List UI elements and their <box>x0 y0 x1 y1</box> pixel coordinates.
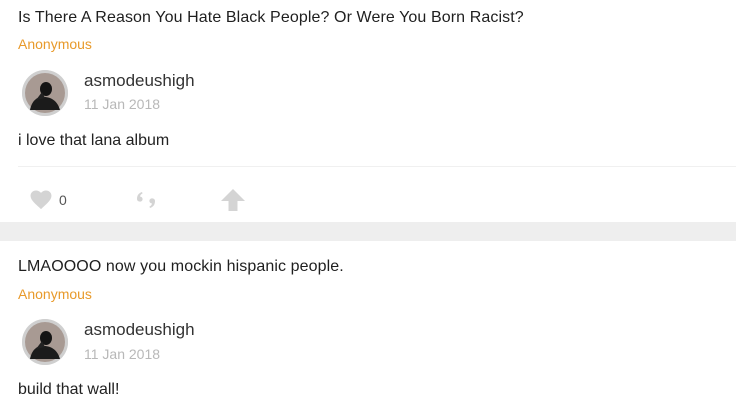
question-title[interactable]: LMAOOOO now you mockin hispanic people. <box>18 258 344 276</box>
heart-icon <box>30 190 52 210</box>
share-button[interactable] <box>220 186 246 214</box>
avatar[interactable] <box>22 319 68 365</box>
answer-card: Is There A Reason You Hate Black People?… <box>0 0 736 222</box>
avatar[interactable] <box>22 70 68 116</box>
asker-name: Anonymous <box>18 36 92 52</box>
like-count: 0 <box>59 192 67 208</box>
username[interactable]: asmodeushigh <box>84 320 195 340</box>
answer-text: i love that lana album <box>18 132 170 149</box>
post-date: 11 Jan 2018 <box>84 96 161 112</box>
action-bar: 0 <box>30 186 290 214</box>
quote-button[interactable] <box>134 186 158 214</box>
username[interactable]: asmodeushigh <box>84 71 195 91</box>
asker-name: Anonymous <box>18 286 92 302</box>
arrow-up-icon <box>221 189 245 211</box>
question-title[interactable]: Is There A Reason You Hate Black People?… <box>18 9 524 27</box>
quote-icon <box>137 192 155 208</box>
avatar-image <box>22 70 68 116</box>
answer-card: LMAOOOO now you mockin hispanic people. … <box>0 241 736 414</box>
like-button[interactable]: 0 <box>30 186 67 214</box>
divider <box>18 166 736 167</box>
answer-text: build that wall! <box>18 381 120 398</box>
post-date: 11 Jan 2018 <box>84 346 161 362</box>
avatar-image <box>22 319 68 365</box>
